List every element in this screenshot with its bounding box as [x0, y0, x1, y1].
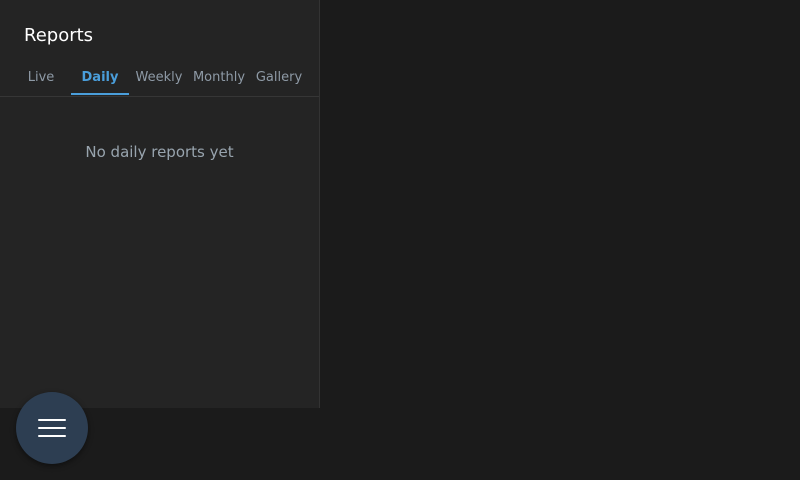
menu-button[interactable]: [16, 392, 88, 464]
reports-panel: Reports Live Daily Weekly Monthly Galler…: [0, 0, 320, 408]
app-window: Reports Live Daily Weekly Monthly Galler…: [0, 0, 800, 480]
active-tab-indicator: [71, 93, 129, 95]
tab-gallery[interactable]: Gallery: [254, 60, 304, 95]
tab-weekly[interactable]: Weekly: [134, 60, 184, 95]
tab-monthly[interactable]: Monthly: [192, 60, 246, 95]
empty-state-message: No daily reports yet: [85, 143, 234, 161]
tab-daily[interactable]: Daily: [71, 60, 129, 95]
report-tabs: Live Daily Weekly Monthly Gallery: [0, 60, 319, 97]
menu-icon: [38, 419, 66, 437]
tab-live[interactable]: Live: [26, 60, 56, 95]
page-title: Reports: [24, 25, 94, 46]
